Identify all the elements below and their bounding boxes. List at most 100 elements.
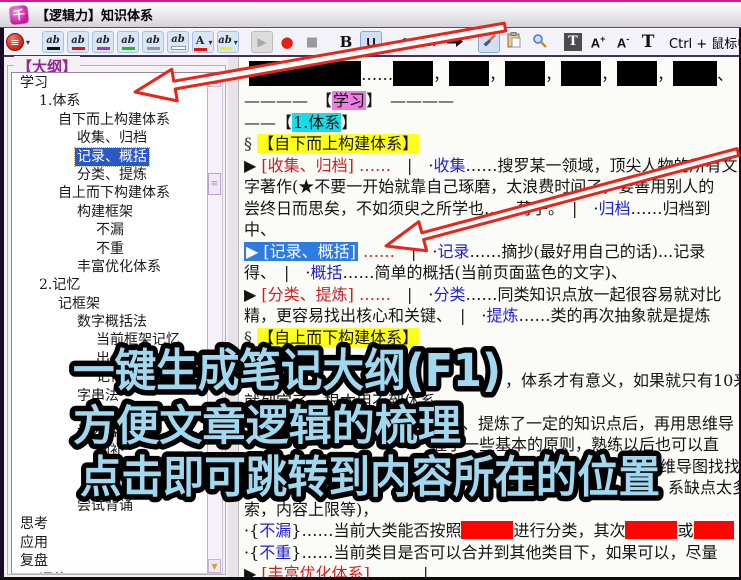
content-link[interactable]: 记录 xyxy=(437,242,469,261)
outline-item-label[interactable]: 分类、提炼 xyxy=(75,166,149,184)
content-link[interactable]: 归档 xyxy=(598,199,630,218)
outline-item-label[interactable]: 脑补 xyxy=(94,442,126,460)
play-button[interactable]: ▶ xyxy=(251,31,274,53)
outline-item-label[interactable]: 自下而上构建体系 xyxy=(56,111,172,129)
outline-item[interactable]: 出 xyxy=(14,350,207,368)
outline-item[interactable]: 间 xyxy=(14,460,207,478)
font-increase-icon: A+ xyxy=(590,33,606,51)
content-link[interactable]: 提炼 xyxy=(486,306,518,325)
highlight-yellow-icon: ab xyxy=(218,35,232,50)
content-link[interactable]: 收集 xyxy=(433,156,465,175)
content-left-scrollbar[interactable] xyxy=(228,57,239,577)
outline-item[interactable]: 记框架 xyxy=(14,295,207,313)
outline-listbox[interactable]: 学习 1.体系 自下而上构建体系 收集、归档 记录、概括 分类、提炼 自上而下构建体系 构建框… xyxy=(11,72,223,574)
highlight-purple-button[interactable]: ab xyxy=(92,31,115,53)
outline-item[interactable]: 不漏 xyxy=(14,221,207,239)
outline-item[interactable]: 自下而上构建体系 xyxy=(14,111,207,129)
outline-item[interactable]: 分类、提炼 xyxy=(14,166,207,184)
outline-item[interactable]: 复盘 xyxy=(14,552,207,570)
font-button[interactable]: T xyxy=(637,31,659,53)
title-bar[interactable]: 千 【逻辑力】知识体系 xyxy=(0,0,741,28)
outline-item-label[interactable]: 2.记忆 xyxy=(37,276,82,294)
outline-item[interactable]: 1.体系 xyxy=(14,92,207,110)
outline-item-label[interactable]: 思考 xyxy=(18,515,50,533)
font-increase-button[interactable]: A+ xyxy=(587,31,609,53)
highlight-yellow-button[interactable]: ab ▾ xyxy=(217,31,240,53)
outline-item[interactable] xyxy=(14,405,207,423)
outline-item-label[interactable]: 丰富优化体系 xyxy=(75,258,163,276)
text-style-button[interactable]: T xyxy=(562,31,584,53)
outline-item[interactable]: 自上而下构建体系 xyxy=(14,184,207,202)
outline-item-label[interactable]: 1.体系 xyxy=(37,92,82,110)
chevron-down-icon: ▾ xyxy=(233,37,238,47)
outline-item[interactable]: 应用 xyxy=(14,534,207,552)
outline-item-label[interactable]: 间 xyxy=(94,460,112,478)
outline-item[interactable]: 学习 xyxy=(14,74,207,92)
content-link[interactable]: 概括 xyxy=(310,263,342,282)
outline-item[interactable]: 记录、概括 xyxy=(14,146,207,167)
underline-button[interactable]: U xyxy=(360,31,383,53)
outline-item-label[interactable]: 构建框架 xyxy=(75,203,135,221)
outline-item[interactable] xyxy=(14,479,207,497)
highlight-black-button[interactable]: ab xyxy=(42,31,65,53)
outline-item-label-selected[interactable]: 记录、概括 xyxy=(74,146,150,167)
outline-item[interactable]: 收集、归档 xyxy=(14,129,207,147)
outline-item-label[interactable]: 不漏 xyxy=(94,221,126,239)
font-color-button[interactable]: A ▾ xyxy=(192,31,215,53)
note-content-panel[interactable]: ·……，，，，，、 ———— 【学习】 ———— ——【1.体系】 § 【自下而上构建… xyxy=(228,57,739,577)
outline-scrollbar[interactable]: ▲ ≡ ▼ xyxy=(207,73,222,573)
font-decrease-button[interactable]: A- xyxy=(612,31,634,53)
content-link[interactable]: 分类 xyxy=(433,285,465,304)
content-selected-heading[interactable]: ▶ [记录、概括] xyxy=(244,241,358,261)
highlight-green-button[interactable]: ab xyxy=(117,31,140,53)
outline-item[interactable]: 评估 xyxy=(14,571,207,573)
outline-item-label[interactable]: 收集、归档 xyxy=(75,129,149,147)
insert-arrow-button[interactable] xyxy=(444,31,466,53)
outline-item-label[interactable]: 自上而下构建体系 xyxy=(56,184,172,202)
record-button[interactable]: ● xyxy=(276,31,298,53)
outline-item[interactable]: 当前框架记忆 xyxy=(14,331,207,349)
outline-item-label[interactable]: 当前框架记忆 xyxy=(94,331,182,349)
outline-item-label[interactable]: 不重 xyxy=(94,240,126,258)
bold-button[interactable]: B xyxy=(335,31,357,53)
highlight-red-button[interactable]: ab xyxy=(67,31,90,53)
outline-item-label[interactable]: 复盘 xyxy=(18,552,50,570)
outline-item[interactable]: 脑补 xyxy=(14,442,207,460)
outline-item-label[interactable]: 尝试背诵 xyxy=(75,497,135,515)
search-button[interactable] xyxy=(528,31,550,53)
outline-item[interactable]: 记内容 xyxy=(14,423,207,441)
outline-item-label[interactable]: 应用 xyxy=(18,534,50,552)
paste-button[interactable] xyxy=(503,31,525,53)
outline-item-label[interactable]: 出 xyxy=(94,350,112,368)
outline-item-label[interactable]: 记框架 xyxy=(56,295,102,313)
content-link[interactable]: 不重 xyxy=(259,543,291,562)
outline-item[interactable]: 记忆术 xyxy=(14,368,207,386)
outline-item[interactable]: 字串法 xyxy=(14,387,207,405)
outline-item-label[interactable]: 学习 xyxy=(18,74,50,92)
outline-item[interactable]: 不重 xyxy=(14,240,207,258)
content-text: | · xyxy=(394,241,438,261)
content-link[interactable]: 不漏 xyxy=(259,521,291,540)
outline-item[interactable]: 2.记忆 xyxy=(14,276,207,294)
outline-item-label[interactable]: 记忆术 xyxy=(94,368,140,386)
bullet-list-button[interactable]: ● xyxy=(394,31,416,53)
scroll-thumb[interactable]: ≡ xyxy=(208,173,221,195)
outline-item[interactable]: 尝试背诵 xyxy=(14,497,207,515)
highlight-white-button[interactable]: ab xyxy=(167,31,190,53)
outline-item-label[interactable]: 数字概括法 xyxy=(75,313,149,331)
content-line: ▶ [丰富优化体系] …… | xyxy=(244,563,739,577)
format-brush-button[interactable] xyxy=(478,31,501,53)
outline-item[interactable]: 思考 xyxy=(14,515,207,533)
outline-item-label[interactable]: 评估 xyxy=(37,571,69,573)
highlight-gray-button[interactable]: ab xyxy=(142,31,165,53)
outline-item[interactable]: 构建框架 xyxy=(14,203,207,221)
outline-item-label[interactable]: 字串法 xyxy=(75,387,121,405)
numbered-list-button[interactable]: 1. xyxy=(419,31,441,53)
scroll-down-icon[interactable]: ▼ xyxy=(208,559,221,573)
outline-item[interactable]: 数字概括法 xyxy=(14,313,207,331)
stop-button[interactable]: ■ xyxy=(301,31,323,53)
main-menu-button[interactable]: ≡ ▾ xyxy=(6,31,30,53)
outline-item[interactable]: 丰富优化体系 xyxy=(14,258,207,276)
scroll-up-icon[interactable]: ▲ xyxy=(208,73,221,87)
outline-item-label[interactable]: 记内容 xyxy=(75,423,121,441)
